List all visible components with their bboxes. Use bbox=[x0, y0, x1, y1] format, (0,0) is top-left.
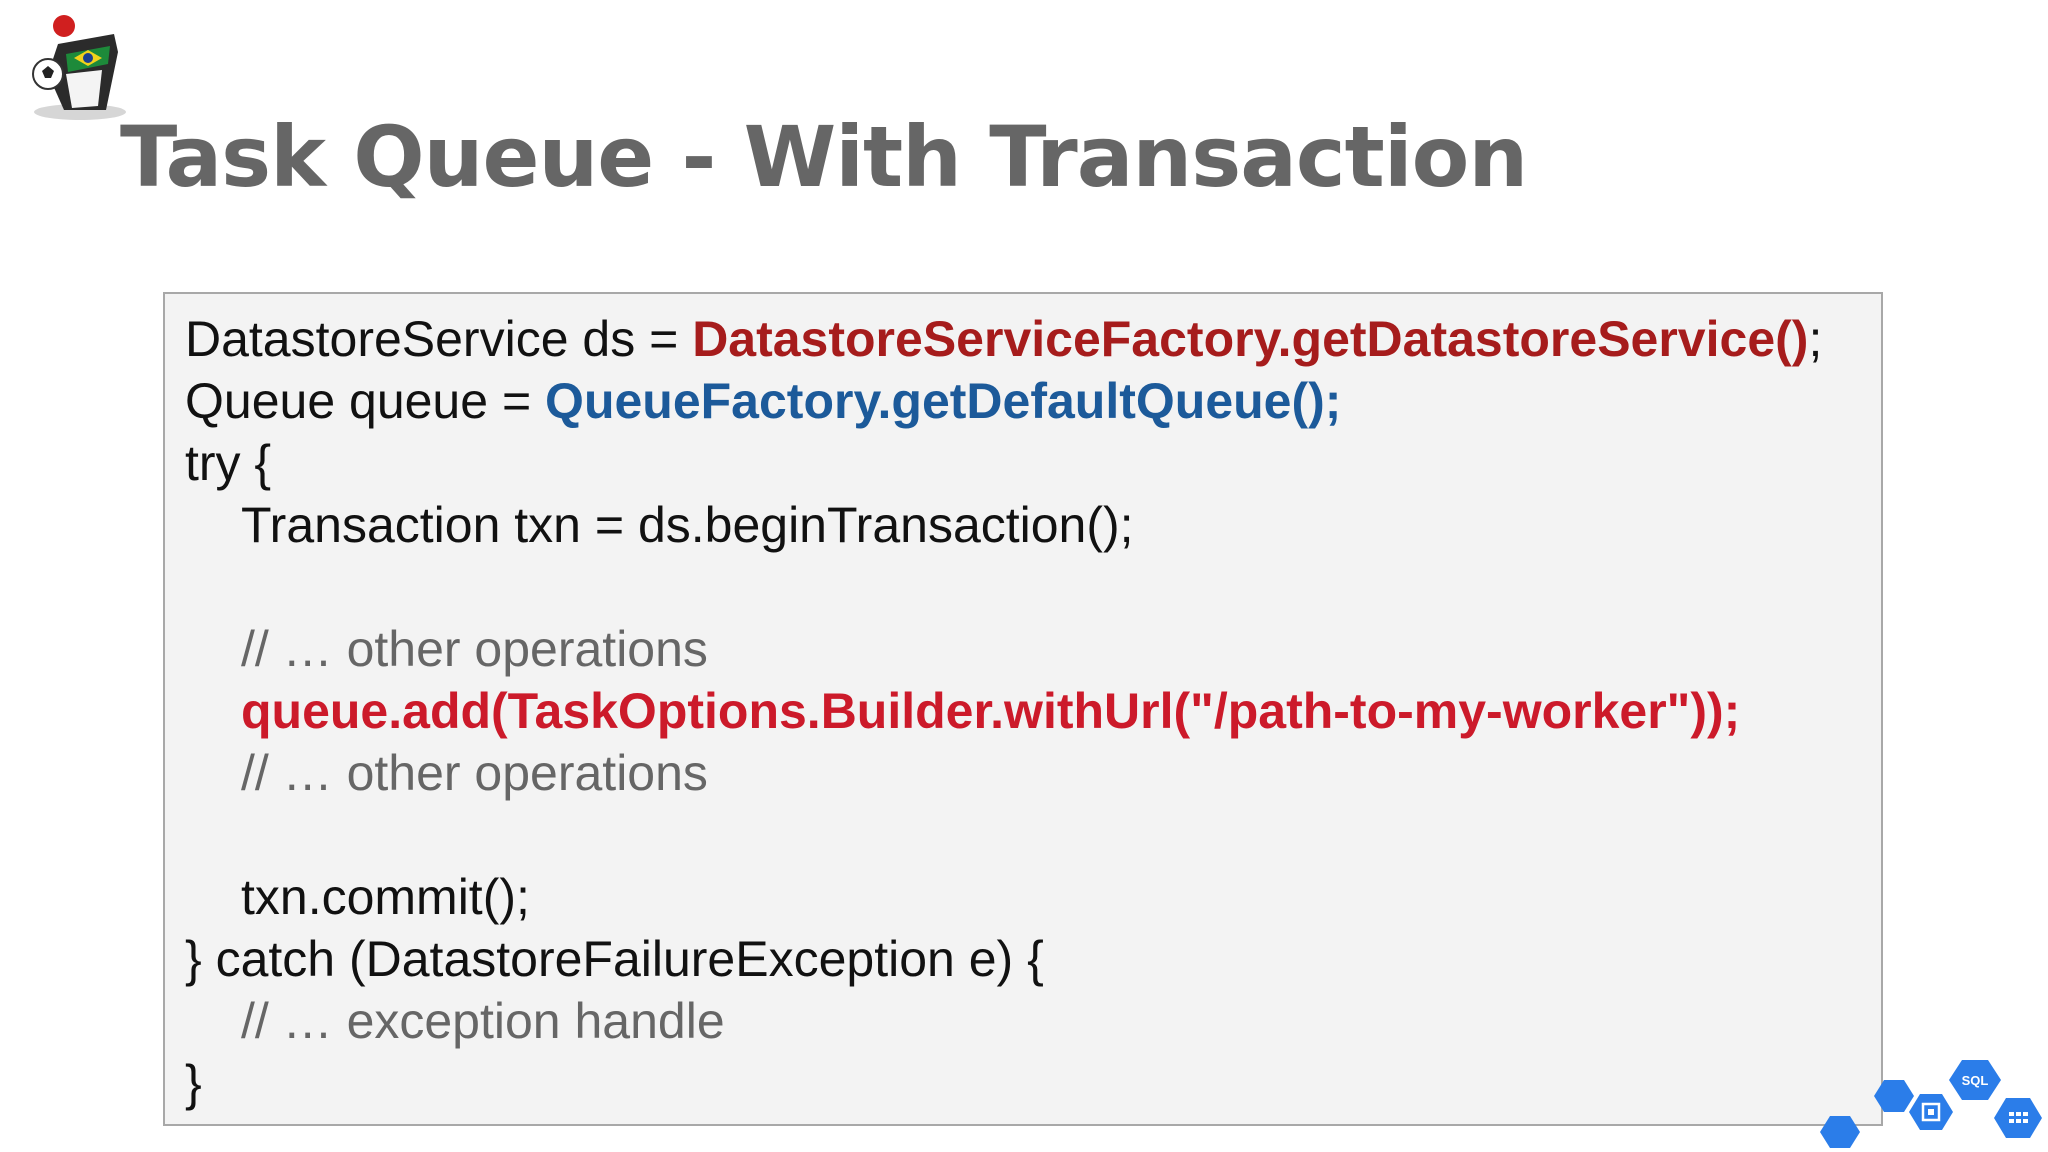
code-line-3: try { bbox=[185, 435, 272, 491]
code-line-10: txn.commit(); bbox=[241, 869, 530, 925]
code-line-2: Queue queue = QueueFactory.getDefaultQue… bbox=[185, 370, 1881, 432]
code-line-11: } catch (DatastoreFailureException e) { bbox=[185, 931, 1044, 987]
cloud-hexagon-icons: SQL bbox=[1820, 1060, 2042, 1148]
code-highlight-factory: DatastoreServiceFactory.getDatastoreServ… bbox=[692, 311, 1809, 367]
grid-hexagon-icon bbox=[1994, 1098, 2042, 1138]
code-comment: // … other operations bbox=[241, 621, 708, 677]
duke-mascot-icon bbox=[32, 15, 126, 120]
code-highlight-queue-add: queue.add(TaskOptions.Builder.withUrl("/… bbox=[241, 683, 1741, 739]
hexagon-icon bbox=[1874, 1080, 1914, 1112]
code-highlight-queue-factory: QueueFactory.getDefaultQueue(); bbox=[545, 373, 1342, 429]
hexagon-icon bbox=[1820, 1116, 1860, 1148]
code-text: ; bbox=[1808, 311, 1823, 367]
code-line-4: Transaction txn = ds.beginTransaction(); bbox=[241, 497, 1134, 553]
slide: Task Queue - With Transaction DatastoreS… bbox=[0, 0, 2048, 1152]
code-text: DatastoreService ds = bbox=[185, 311, 693, 367]
code-text: Queue queue = bbox=[185, 373, 546, 429]
code-line-1: DatastoreService ds = DatastoreServiceFa… bbox=[185, 308, 1881, 370]
code-comment: // … other operations bbox=[241, 745, 708, 801]
code-comment: // … exception handle bbox=[241, 993, 725, 1049]
slide-title: Task Queue - With Transaction bbox=[120, 108, 1528, 206]
code-line-13: } bbox=[185, 1055, 202, 1111]
code-block: DatastoreService ds = DatastoreServiceFa… bbox=[163, 292, 1883, 1126]
sql-badge-label: SQL bbox=[1962, 1073, 1989, 1088]
